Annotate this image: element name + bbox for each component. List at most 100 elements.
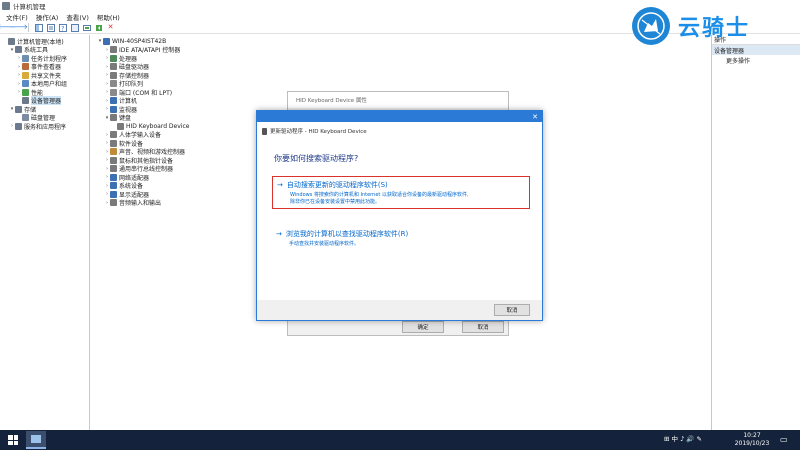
view-icon[interactable]: [70, 23, 79, 32]
menu-file[interactable]: 文件(F): [6, 12, 28, 22]
device-category-icon: [110, 148, 117, 155]
device-category-icon: [103, 37, 110, 45]
watermark-text: 云骑士: [678, 16, 751, 41]
console-tree-item[interactable]: 计算机管理(本地): [2, 37, 64, 46]
dialog-footer: 取消: [257, 300, 542, 320]
system-tray[interactable]: ⊞ 中 ♪ 🔊 ✎: [664, 433, 702, 443]
forward-arrow-icon[interactable]: 🡒: [9, 23, 28, 32]
ok-button[interactable]: 确定: [402, 321, 444, 333]
device-tree-item[interactable]: › 音频输入和输出: [104, 199, 161, 207]
notification-icon[interactable]: ▭: [780, 435, 788, 444]
device-category-icon: [8, 37, 15, 45]
close-icon[interactable]: ✕: [532, 111, 538, 122]
console-tree-icon[interactable]: [34, 23, 43, 32]
device-tree-item[interactable]: ▾ WIN-40SP4IST42B: [97, 37, 166, 45]
window-title: 计算机管理: [13, 3, 46, 11]
device-tree-item[interactable]: HID Keyboard Device: [111, 122, 189, 130]
device-tree-item[interactable]: › 鼠标和其他指针设备: [104, 156, 173, 165]
computer-management-icon: [2, 2, 10, 10]
properties-icon[interactable]: [46, 23, 55, 32]
menu-view[interactable]: 查看(V): [66, 12, 89, 22]
console-tree-item[interactable]: › 共享文件夹: [16, 71, 61, 80]
properties-cancel-button[interactable]: 取消: [462, 321, 504, 333]
auto-search-description: Windows 将搜索你的计算机和 Internet 以获取适合你设备的最新驱动…: [290, 192, 525, 206]
device-category-icon: [110, 182, 117, 189]
device-category-icon: [22, 88, 29, 96]
arrow-right-icon: →: [277, 181, 283, 189]
device-category-icon: [110, 63, 117, 70]
svg-text:?: ?: [61, 25, 64, 31]
console-tree-item[interactable]: › 事件查看器: [16, 63, 61, 71]
device-category-icon: [22, 97, 29, 104]
device-category-icon: [15, 46, 22, 53]
device-tree-item[interactable]: › IDE ATA/ATAPI 控制器: [104, 46, 180, 54]
device-category-icon: [110, 139, 117, 147]
device-tree-item[interactable]: › 软件设备: [104, 139, 143, 148]
device-category-icon: [22, 114, 29, 121]
device-tree-item-label: 音频输入和输出: [119, 200, 162, 207]
console-tree-item[interactable]: ▾ 系统工具: [9, 46, 48, 54]
update-driver-icon[interactable]: [94, 23, 103, 32]
keyboard-device-icon: [262, 127, 267, 135]
device-tree-item[interactable]: › 监视器: [104, 105, 137, 114]
actions-section-device-manager[interactable]: 设备管理器: [712, 45, 800, 55]
device-category-icon: [110, 54, 117, 62]
console-tree-item[interactable]: › 服务和应用程序: [9, 122, 66, 131]
device-category-icon: [22, 80, 29, 87]
device-tree-item[interactable]: › 人体学输入设备: [104, 131, 161, 139]
device-category-icon: [110, 105, 117, 113]
console-tree: 计算机管理(本地) ▾ 系统工具 › 任务计划程序 › 事件查看器 › 共享文件夹 › 本地用户和组…: [0, 35, 90, 430]
device-tree-item[interactable]: ▾ 键盘: [104, 114, 131, 122]
dialog-titlebar: ✕: [257, 111, 542, 122]
more-actions-link[interactable]: 更多操作: [712, 55, 800, 65]
device-tree-item-label: 键盘: [119, 115, 132, 122]
dialog-header-text: 更新驱动程序 - HID Keyboard Device: [270, 129, 367, 135]
device-category-icon: [110, 173, 117, 181]
device-tree-item[interactable]: › 端口 (COM 和 LPT): [104, 88, 172, 97]
menu-action[interactable]: 操作(A): [36, 12, 59, 22]
taskbar: ⊞ 中 ♪ 🔊 ✎ 10:27 2019/10/23 ▭: [0, 430, 800, 450]
arrow-right-icon: →: [276, 230, 282, 238]
device-category-icon: [22, 71, 29, 79]
device-tree-item[interactable]: › 存储控制器: [104, 71, 149, 80]
scan-hardware-icon[interactable]: [82, 23, 91, 32]
device-category-icon: [110, 131, 117, 138]
device-tree-item-label: HID Keyboard Device: [126, 122, 190, 130]
clock[interactable]: 10:27 2019/10/23: [732, 432, 772, 448]
delete-icon[interactable]: ✕: [106, 23, 115, 32]
windows-start-icon[interactable]: [8, 435, 18, 445]
console-tree-item[interactable]: 设备管理器: [16, 96, 62, 105]
device-tree-item[interactable]: › 通用串行总线控制器: [104, 165, 173, 173]
auto-search-option[interactable]: → 自动搜索更新的驱动程序软件(S) Windows 将搜索你的计算机和 Int…: [272, 176, 530, 209]
device-tree-item[interactable]: › 打印队列: [104, 80, 143, 88]
device-tree-item[interactable]: › 计算机: [104, 97, 137, 105]
browse-computer-option[interactable]: → 浏览我的计算机以查找驱动程序软件(R) 手动查找并安装驱动程序软件。: [272, 226, 530, 248]
device-category-icon: [110, 97, 117, 104]
dialog-question: 你要如何搜索驱动程序?: [274, 154, 359, 163]
taskbar-computer-management[interactable]: [26, 431, 46, 449]
actions-pane: 操作 设备管理器 更多操作: [711, 35, 800, 430]
device-category-icon: [110, 190, 117, 198]
console-tree-item[interactable]: › 性能: [16, 88, 43, 97]
device-category-icon: [110, 88, 117, 96]
device-category-icon: [15, 122, 22, 130]
console-tree-item[interactable]: › 任务计划程序: [16, 54, 67, 63]
console-tree-item[interactable]: › 本地用户和组: [16, 80, 67, 88]
device-category-icon: [15, 105, 22, 113]
device-tree-item[interactable]: › 处理器: [104, 54, 137, 63]
device-tree-item[interactable]: › 显示适配器: [104, 190, 149, 199]
menu-help[interactable]: 帮助(H): [97, 12, 120, 22]
device-category-icon: [22, 63, 29, 70]
browse-computer-title: 浏览我的计算机以查找驱动程序软件(R): [285, 230, 409, 238]
device-tree-item[interactable]: › 磁盘驱动器: [104, 63, 149, 71]
cancel-button[interactable]: 取消: [494, 304, 530, 316]
device-tree-item[interactable]: › 声音、视频和游戏控制器: [104, 148, 185, 156]
device-tree-item[interactable]: › 网络适配器: [104, 173, 149, 182]
device-category-icon: [110, 46, 117, 53]
help-icon[interactable]: ?: [58, 23, 67, 32]
clock-date: 2019/10/23: [734, 440, 770, 447]
device-tree-item[interactable]: › 系统设备: [104, 182, 143, 190]
browse-computer-description: 手动查找并安装驱动程序软件。: [289, 241, 360, 247]
console-tree-item[interactable]: ▾ 存储: [9, 105, 36, 114]
console-tree-item[interactable]: 磁盘管理: [16, 114, 55, 122]
